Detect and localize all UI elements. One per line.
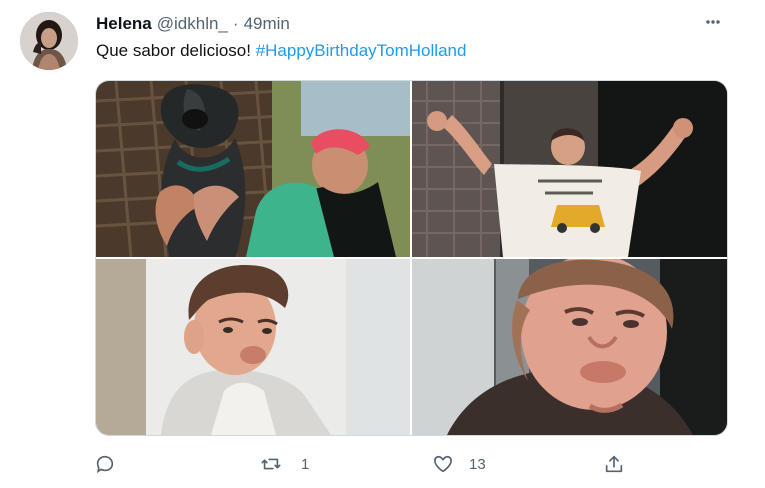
tweet-text: Que sabor delicioso! #HappyBirthdayTomHo… <box>96 41 466 61</box>
tweet-time[interactable]: 49min <box>244 14 290 34</box>
like-count: 13 <box>469 455 486 473</box>
photo-arms-raised[interactable] <box>412 81 727 257</box>
author-handle[interactable]: @idkhln_ <box>157 14 228 34</box>
share-icon <box>605 455 623 473</box>
media-grid[interactable] <box>95 80 728 436</box>
like-icon <box>434 455 452 473</box>
photo-car-selfie[interactable] <box>412 259 727 435</box>
hashtag-link[interactable]: #HappyBirthdayTomHolland <box>256 41 467 60</box>
tweet-header: Helena @idkhln_ · 49min <box>96 14 290 34</box>
tweet-actions: 1 13 <box>0 448 765 480</box>
meta-separator: · <box>232 14 239 33</box>
retweet-button[interactable] <box>260 448 282 480</box>
author-avatar[interactable] <box>20 12 78 70</box>
more-icon[interactable] <box>703 12 723 32</box>
retweet-icon <box>261 458 281 470</box>
photo-dog-and-man[interactable] <box>96 81 410 257</box>
photo-chewing-smile[interactable] <box>96 259 410 435</box>
author-name[interactable]: Helena <box>96 14 152 34</box>
retweet-count: 1 <box>301 455 310 473</box>
share-button[interactable] <box>603 448 625 480</box>
tweet-card[interactable]: Helena @idkhln_ · 49min Que sabor delici… <box>0 0 765 488</box>
reply-icon <box>96 455 114 474</box>
avatar-image <box>20 12 78 70</box>
reply-button[interactable] <box>94 448 116 480</box>
tweet-text-body: Que sabor delicioso! <box>96 41 256 60</box>
like-button[interactable] <box>432 448 454 480</box>
